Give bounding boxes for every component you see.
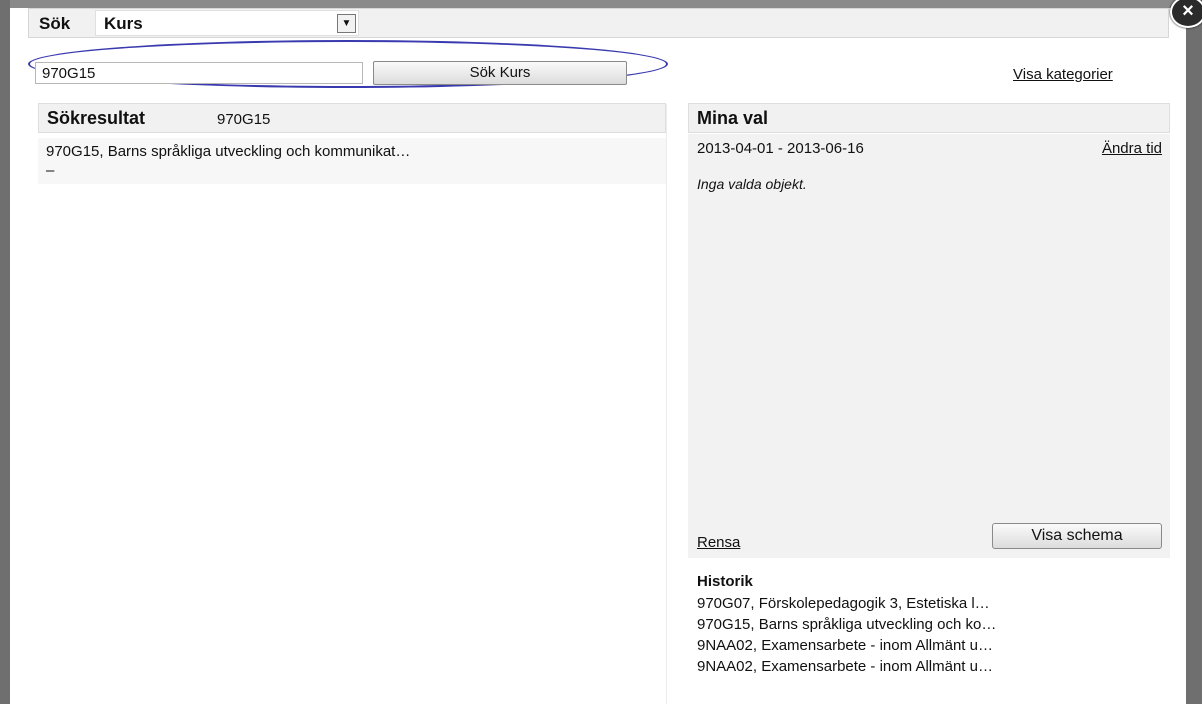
search-type-value: Kurs xyxy=(104,14,143,33)
clear-link[interactable]: Rensa xyxy=(697,534,740,551)
history-item[interactable]: 9NAA02, Examensarbete - inom Allmänt u… xyxy=(697,656,1167,677)
change-time-link[interactable]: Ändra tid xyxy=(1102,140,1162,157)
my-selection-header: Mina val xyxy=(688,103,1170,133)
course-search-input[interactable] xyxy=(35,62,363,84)
date-range: 2013-04-01 - 2013-06-16 xyxy=(697,140,864,157)
history-section: Historik 970G07, Förskolepedagogik 3, Es… xyxy=(697,573,1167,677)
search-type-bar: Sök Kurs ▼ xyxy=(28,8,1169,38)
show-schedule-button[interactable]: Visa schema xyxy=(992,523,1162,549)
search-label: Sök xyxy=(39,14,71,33)
result-item-label[interactable]: 970G15, Barns språkliga utveckling och k… xyxy=(46,143,410,160)
my-selection-panel: 2013-04-01 - 2013-06-16 Ändra tid Inga v… xyxy=(688,134,1170,558)
search-course-button[interactable]: Sök Kurs xyxy=(373,61,627,85)
window-frame-top xyxy=(0,0,1202,8)
results-query: 970G15 xyxy=(217,111,271,128)
my-selection-title: Mina val xyxy=(697,108,769,128)
column-divider xyxy=(666,104,667,704)
chevron-down-icon[interactable]: ▼ xyxy=(337,14,356,33)
history-item[interactable]: 970G15, Barns språkliga utveckling och k… xyxy=(697,614,1167,635)
show-categories-link[interactable]: Visa kategorier xyxy=(1013,66,1113,83)
window-frame-right xyxy=(1186,0,1202,704)
result-item[interactable]: 970G15, Barns språkliga utveckling och k… xyxy=(38,138,666,184)
results-title: Sökresultat xyxy=(47,108,146,128)
window-frame-left xyxy=(0,0,10,704)
history-item[interactable]: 970G07, Förskolepedagogik 3, Estetiska l… xyxy=(697,593,1167,614)
history-title: Historik xyxy=(697,573,753,590)
empty-selection-text: Inga valda objekt. xyxy=(697,176,807,192)
search-type-select[interactable]: Kurs ▼ xyxy=(95,10,359,36)
history-item[interactable]: 9NAA02, Examensarbete - inom Allmänt u… xyxy=(697,635,1167,656)
results-header: Sökresultat 970G15 xyxy=(38,103,666,133)
result-item-sub: – xyxy=(46,162,55,179)
